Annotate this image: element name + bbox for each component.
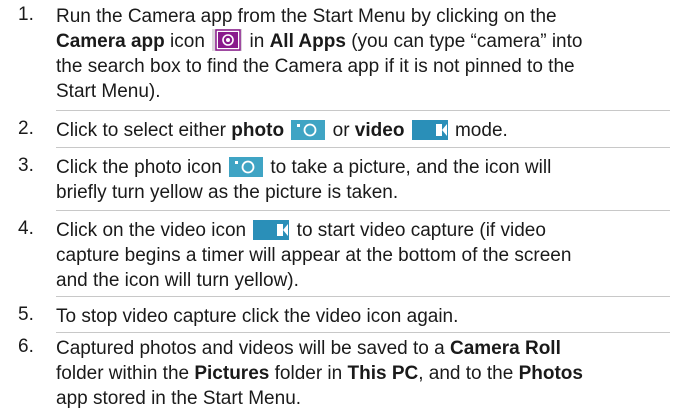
step-6-line-3: app stored in the Start Menu. xyxy=(56,388,302,409)
photo-mode-icon xyxy=(291,120,326,140)
step-1-line-4: Start Menu). xyxy=(56,81,161,102)
pictures-label: Pictures xyxy=(194,363,270,384)
step-text: Run the Camera app from the Start Menu b… xyxy=(56,4,676,104)
video-mode-icon xyxy=(411,120,448,140)
step-1-line-1: Run the Camera app from the Start Menu b… xyxy=(56,6,557,27)
video-mode-icon xyxy=(253,220,290,240)
step-1-line-3: the search box to find the Camera app if… xyxy=(56,56,575,77)
divider xyxy=(56,332,670,333)
step-text: To stop video capture click the video ic… xyxy=(56,304,676,329)
video-label: video xyxy=(354,120,405,141)
step-6-line-1: Captured photos and videos will be saved… xyxy=(56,338,561,359)
step-3-line-1: Click the photo icon to take a picture, … xyxy=(56,157,552,178)
photo-mode-icon xyxy=(229,157,264,177)
divider xyxy=(56,110,670,111)
step-number: 3. xyxy=(18,155,34,176)
step-6-line-2: folder within the Pictures folder in Thi… xyxy=(56,363,583,384)
step-text: Click on the video icon to start video c… xyxy=(56,218,676,293)
divider xyxy=(56,210,670,211)
camera-app-icon xyxy=(212,29,243,51)
step-4-line-1: Click on the video icon to start video c… xyxy=(56,220,546,241)
step-5-line-1: To stop video capture click the video ic… xyxy=(56,306,459,327)
step-number: 6. xyxy=(18,336,34,357)
step-number: 5. xyxy=(18,304,34,325)
camera-roll-label: Camera Roll xyxy=(449,338,561,359)
step-4-line-3: and the icon will turn yellow). xyxy=(56,270,299,291)
step-1-line-2: Camera app icon in All Apps (you can typ… xyxy=(56,29,583,52)
step-text: Click to select either photo or video mo… xyxy=(56,118,676,143)
step-2-line-1: Click to select either photo or video mo… xyxy=(56,120,508,141)
step-4-line-2: capture begins a timer will appear at th… xyxy=(56,245,572,266)
this-pc-label: This PC xyxy=(347,363,419,384)
camera-app-label: Camera app xyxy=(56,31,165,52)
step-text: Captured photos and videos will be saved… xyxy=(56,336,676,411)
divider xyxy=(56,296,670,297)
step-3-line-2: briefly turn yellow as the picture is ta… xyxy=(56,182,399,203)
step-number: 4. xyxy=(18,218,34,239)
photos-label: Photos xyxy=(518,363,583,384)
divider xyxy=(56,147,670,148)
step-number: 1. xyxy=(18,4,34,25)
photo-label: photo xyxy=(231,120,285,141)
step-number: 2. xyxy=(18,118,34,139)
all-apps-label: All Apps xyxy=(269,31,346,52)
step-text: Click the photo icon to take a picture, … xyxy=(56,155,676,205)
